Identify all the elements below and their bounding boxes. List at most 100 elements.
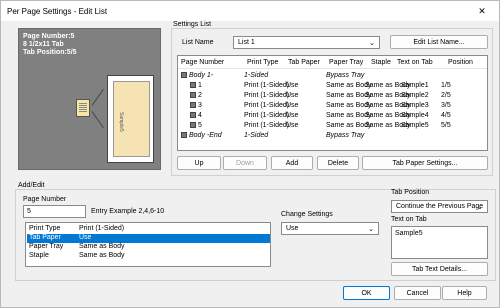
text-on-tab-input[interactable]: Sample5 [391,226,488,259]
row-text: Sample1 [401,82,429,89]
help-button[interactable]: Help [442,286,487,300]
up-button[interactable]: Up [177,156,221,170]
property-value: Use [79,234,92,241]
zoom-line [91,111,104,129]
row-page: Body 1- [181,72,213,79]
list-item[interactable]: Print Type Print (1-Sided) [27,225,270,234]
page-icon [190,112,196,119]
table-header: Page Number Print Type Tab Paper Paper T… [178,56,487,69]
properties-list[interactable]: Print Type Print (1-Sided) Tab Paper Use… [25,222,271,267]
row-page: 1 [190,82,202,89]
tab-position-value: Continue the Previous Page [396,203,484,210]
table-row[interactable]: Body -End 1-Sided Bypass Tray [178,132,487,141]
cancel-button[interactable]: Cancel [394,286,441,300]
property-name: Tab Paper [29,234,61,241]
row-text: Sample3 [401,102,429,109]
ok-button[interactable]: OK [343,286,390,300]
page-icon [190,122,196,129]
row-paper-tray: Bypass Tray [326,132,365,139]
tab-paper-settings-button[interactable]: Tab Paper Settings... [362,156,488,170]
page-number-value: 5 [27,208,31,215]
row-page: 3 [190,102,202,109]
row-position: 1/5 [441,82,451,89]
add-button[interactable]: Add [271,156,313,170]
column-header[interactable]: Staple [371,59,391,66]
column-header[interactable]: Paper Tray [329,59,363,66]
settings-list-group-label: Settings List [173,21,212,28]
row-position: 2/5 [441,92,451,99]
property-name: Print Type [29,225,61,232]
property-value: Print (1-Sided) [79,225,125,232]
settings-list-table[interactable]: Page Number Print Type Tab Paper Paper T… [177,55,488,151]
property-value: Same as Body [79,243,125,250]
page-icon [190,102,196,109]
change-settings-value: Use [286,225,299,232]
preview-paper-size: 8 1/2x11 Tab [23,41,64,48]
list-item[interactable]: Paper Tray Same as Body [27,243,270,252]
row-print-type: 1-Sided [244,72,269,79]
row-print-type: 1-Sided [244,132,269,139]
row-position: 3/5 [441,102,451,109]
change-settings-select[interactable]: Use ⌄ [281,222,379,235]
property-value: Same as Body [79,252,125,259]
list-item-selected[interactable]: Tab Paper Use [27,234,270,243]
entry-example-text: Entry Example 2,4,6-10 [91,208,165,215]
row-print-type: Print (1-Sided) [244,82,290,89]
chevron-down-icon: ⌄ [369,40,375,47]
column-header[interactable]: Text on Tab [397,59,433,66]
tab-position-select[interactable]: Continue the Previous Page ⌄ [391,200,488,213]
preview-page-number: Page Number:5 [23,33,75,40]
preview-tab-label: Sample5 [118,112,124,132]
zoom-line [91,88,104,106]
page-icon [181,132,187,139]
row-tab-paper: Use [286,122,299,129]
table-row[interactable]: 2 Print (1-Sided) Use Same as Body Same … [178,92,487,101]
list-name-select[interactable]: List 1 ⌄ [233,36,380,49]
row-print-type: Print (1-Sided) [244,112,290,119]
table-row[interactable]: 5 Print (1-Sided) Use Same as Body Same … [178,122,487,131]
table-row[interactable]: Body 1- 1-Sided Bypass Tray [178,72,487,81]
column-header[interactable]: Position [448,59,473,66]
row-page: Body -End [181,132,222,139]
tab-text-details-button[interactable]: Tab Text Details... [391,262,488,276]
row-text: Sample2 [401,92,429,99]
chevron-down-icon: ⌄ [368,226,374,233]
column-header[interactable]: Page Number [181,59,224,66]
row-tab-paper: Use [286,102,299,109]
page-number-input[interactable]: 5 [23,205,86,218]
page-icon [190,82,196,89]
tab-position-label: Tab Position [391,189,430,196]
row-page: 5 [190,122,202,129]
edit-list-dialog: Per Page Settings - Edit List ✕ Page Num… [0,0,500,308]
row-position: 5/5 [441,122,451,129]
row-paper-tray: Bypass Tray [326,72,365,79]
close-icon[interactable]: ✕ [465,1,499,21]
window-title: Per Page Settings - Edit List [7,6,108,16]
column-header[interactable]: Print Type [247,59,278,66]
document-icon [76,99,90,117]
list-item[interactable]: Staple Same as Body [27,252,270,261]
preview-tab-position: Tab Position:5/5 [23,49,77,56]
page-preview: Page Number:5 8 1/2x11 Tab Tab Position:… [18,28,161,170]
row-print-type: Print (1-Sided) [244,122,290,129]
row-tab-paper: Use [286,82,299,89]
page-number-label: Page Number [23,196,67,203]
edit-list-name-button[interactable]: Edit List Name... [390,35,488,49]
table-row[interactable]: 3 Print (1-Sided) Use Same as Body Same … [178,102,487,111]
row-position: 4/5 [441,112,451,119]
list-name-value: List 1 [238,39,255,46]
title-bar: Per Page Settings - Edit List ✕ [1,1,499,21]
row-page: 2 [190,92,202,99]
row-tab-paper: Use [286,112,299,119]
row-text: Sample4 [401,112,429,119]
down-button[interactable]: Down [223,156,267,170]
column-header[interactable]: Tab Paper [288,59,320,66]
property-name: Staple [29,252,49,259]
delete-button[interactable]: Delete [317,156,359,170]
preview-info: Page Number:5 8 1/2x11 Tab Tab Position:… [23,33,77,57]
tab-page-preview: Sample5 [107,75,154,163]
property-name: Paper Tray [29,243,64,250]
table-row[interactable]: 4 Print (1-Sided) Use Same as Body Same … [178,112,487,121]
table-row[interactable]: 1 Print (1-Sided) Use Same as Body Same … [178,82,487,91]
list-name-label: List Name [182,39,214,46]
